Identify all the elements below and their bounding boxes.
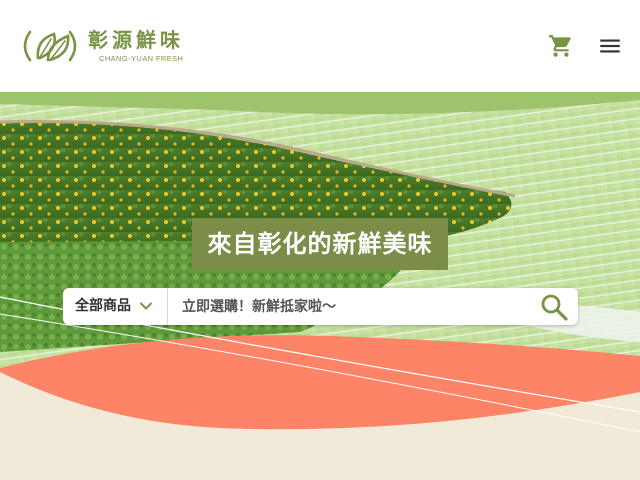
hero-banner: 來自彰化的新鮮美味 全部商品 [0, 92, 640, 480]
brand-tagline: CHANG-YUAN FRESH [99, 54, 184, 63]
site-header: 彰源鮮味 CHANG-YUAN FRESH [0, 0, 640, 92]
category-label: 全部商品 [75, 298, 131, 314]
category-dropdown[interactable]: 全部商品 [63, 288, 168, 325]
shopping-cart-icon[interactable] [548, 33, 574, 59]
product-search-bar: 全部商品 [63, 288, 578, 325]
chevron-down-icon [140, 302, 152, 310]
hamburger-menu-icon[interactable] [597, 33, 623, 59]
leaf-logo-icon [23, 30, 77, 62]
brand-name: 彰源鮮味 [88, 28, 184, 52]
brand-logo[interactable]: 彰源鮮味 CHANG-YUAN FRESH [18, 27, 188, 67]
search-input[interactable] [174, 292, 540, 321]
hero-headline: 來自彰化的新鮮美味 [192, 218, 448, 270]
search-icon[interactable] [539, 292, 569, 322]
farm-field-image [0, 92, 640, 480]
